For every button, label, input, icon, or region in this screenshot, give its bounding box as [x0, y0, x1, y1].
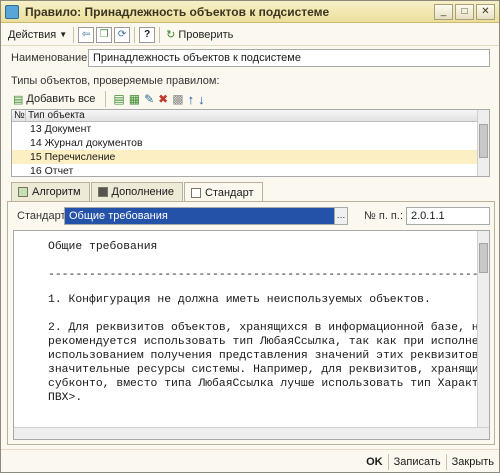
actions-menu-button[interactable]: Действия ▼	[5, 26, 70, 44]
close-button[interactable]: Закрыть	[447, 452, 499, 472]
rule-window: Правило: Принадлежность объектов к подси…	[0, 0, 500, 473]
item-number-field[interactable]: 2.0.1.1	[406, 207, 490, 225]
scrollbar-thumb[interactable]	[479, 124, 488, 158]
actions-label: Действия	[8, 28, 57, 41]
scrollbar-thumb[interactable]	[479, 243, 488, 273]
column-number-header[interactable]: №	[12, 110, 26, 121]
name-field[interactable]: Принадлежность объектов к подсистеме	[88, 49, 490, 67]
standard-text-area[interactable]: Общие требования -----------------------…	[13, 230, 490, 440]
object-types-grid[interactable]: № Тип объекта 13 Документ 14 Журнал доку…	[11, 109, 490, 177]
chevron-down-icon: ▼	[59, 30, 68, 39]
minimize-icon[interactable]: _	[434, 4, 453, 20]
addition-icon	[97, 187, 108, 197]
window-title: Правило: Принадлежность объектов к подси…	[25, 4, 330, 19]
text-line: рекомендуется использовать тип ЛюбаяСсыл…	[48, 336, 479, 348]
add-all-button[interactable]: ▤ Добавить все	[11, 90, 98, 108]
save-button[interactable]: Записать	[389, 452, 446, 472]
move-down-icon[interactable]: ↓	[198, 92, 205, 107]
toolbar-separator	[105, 91, 107, 107]
standard-field[interactable]: Общие требования	[64, 207, 335, 225]
add-row-icon[interactable]: ▤	[113, 92, 124, 106]
edit-row-icon[interactable]: ✎	[144, 92, 154, 106]
text-line: значительные ресурсы системы. Например, …	[48, 364, 479, 376]
tab-addition-label: Дополнение	[111, 186, 174, 198]
types-label: Типы объектов, проверяемые правилом:	[11, 75, 220, 87]
tab-bar: Алгоритм Дополнение Стандарт	[11, 182, 264, 202]
table-row-selected[interactable]: 15 Перечисление	[12, 150, 489, 164]
tab-standard-label: Стандарт	[205, 186, 254, 199]
text-vertical-scrollbar[interactable]	[477, 231, 489, 429]
bottom-bar: OK Записать Закрыть	[1, 449, 499, 473]
algorithm-icon	[18, 187, 28, 197]
check-icon: ↻	[166, 29, 176, 41]
grid-settings-icon[interactable]: ▩	[172, 92, 183, 106]
add-all-label: Добавить все	[26, 93, 96, 105]
table-row[interactable]: 16 Отчет	[12, 164, 489, 176]
close-icon[interactable]: ✕	[476, 4, 495, 20]
name-label: Наименование:	[11, 52, 91, 64]
toolbar-separator	[134, 26, 136, 43]
standard-select-button[interactable]: …	[334, 207, 348, 225]
back-icon[interactable]: ⇦	[78, 26, 95, 43]
copy-row-icon[interactable]: ▦	[129, 92, 140, 106]
grid-header: № Тип объекта	[12, 110, 489, 122]
refresh-icon[interactable]: ⟳	[114, 26, 131, 43]
ok-button[interactable]: OK	[361, 452, 388, 472]
check-button[interactable]: ↻ Проверить	[163, 26, 236, 44]
window-controls: _ □ ✕	[434, 4, 495, 20]
text-horizontal-scrollbar[interactable]	[14, 427, 489, 439]
help-button[interactable]: ?	[139, 26, 156, 43]
tab-addition[interactable]: Дополнение	[90, 182, 183, 201]
toolbar-separator	[73, 26, 75, 43]
text-line: ----------------------------------------…	[48, 269, 490, 281]
maximize-icon[interactable]: □	[455, 4, 474, 20]
tab-algorithm-label: Алгоритм	[32, 186, 81, 198]
form-icon	[5, 4, 19, 19]
title-bar: Правило: Принадлежность объектов к подси…	[1, 1, 499, 23]
text-line: Общие требования	[48, 241, 158, 253]
text-line: субконто, вместо типа ЛюбаяСсылка лучше …	[48, 378, 479, 390]
grid-scrollbar[interactable]	[477, 110, 489, 176]
column-type-header[interactable]: Тип объекта	[26, 110, 476, 121]
text-line: ПВХ>.	[48, 392, 83, 404]
table-row[interactable]: 14 Журнал документов	[12, 136, 489, 150]
text-line: использованием получения представления з…	[48, 350, 479, 362]
check-label: Проверить	[178, 28, 234, 41]
toolbar: Действия ▼ ⇦ ❐ ⟳ ? ↻ Проверить	[1, 24, 499, 46]
add-all-icon: ▤	[13, 93, 24, 106]
text-line: 1. Конфигурация не должна иметь неисполь…	[48, 294, 431, 306]
toolbar-separator	[159, 26, 161, 43]
copy-icon[interactable]: ❐	[96, 26, 113, 43]
move-up-icon[interactable]: ↑	[188, 92, 195, 107]
standard-icon	[191, 187, 201, 198]
item-number-label: № п. п.:	[364, 210, 403, 222]
tab-standard[interactable]: Стандарт	[184, 182, 263, 202]
table-row[interactable]: 13 Документ	[12, 122, 489, 136]
tab-algorithm[interactable]: Алгоритм	[11, 182, 90, 201]
standard-label: Стандарт:	[17, 210, 69, 222]
text-line: 2. Для реквизитов объектов, хранящихся в…	[48, 322, 479, 334]
delete-row-icon[interactable]: ✖	[158, 92, 168, 106]
types-toolbar: ▤ Добавить все ▤ ▦ ✎ ✖ ▩ ↑ ↓	[11, 89, 205, 109]
